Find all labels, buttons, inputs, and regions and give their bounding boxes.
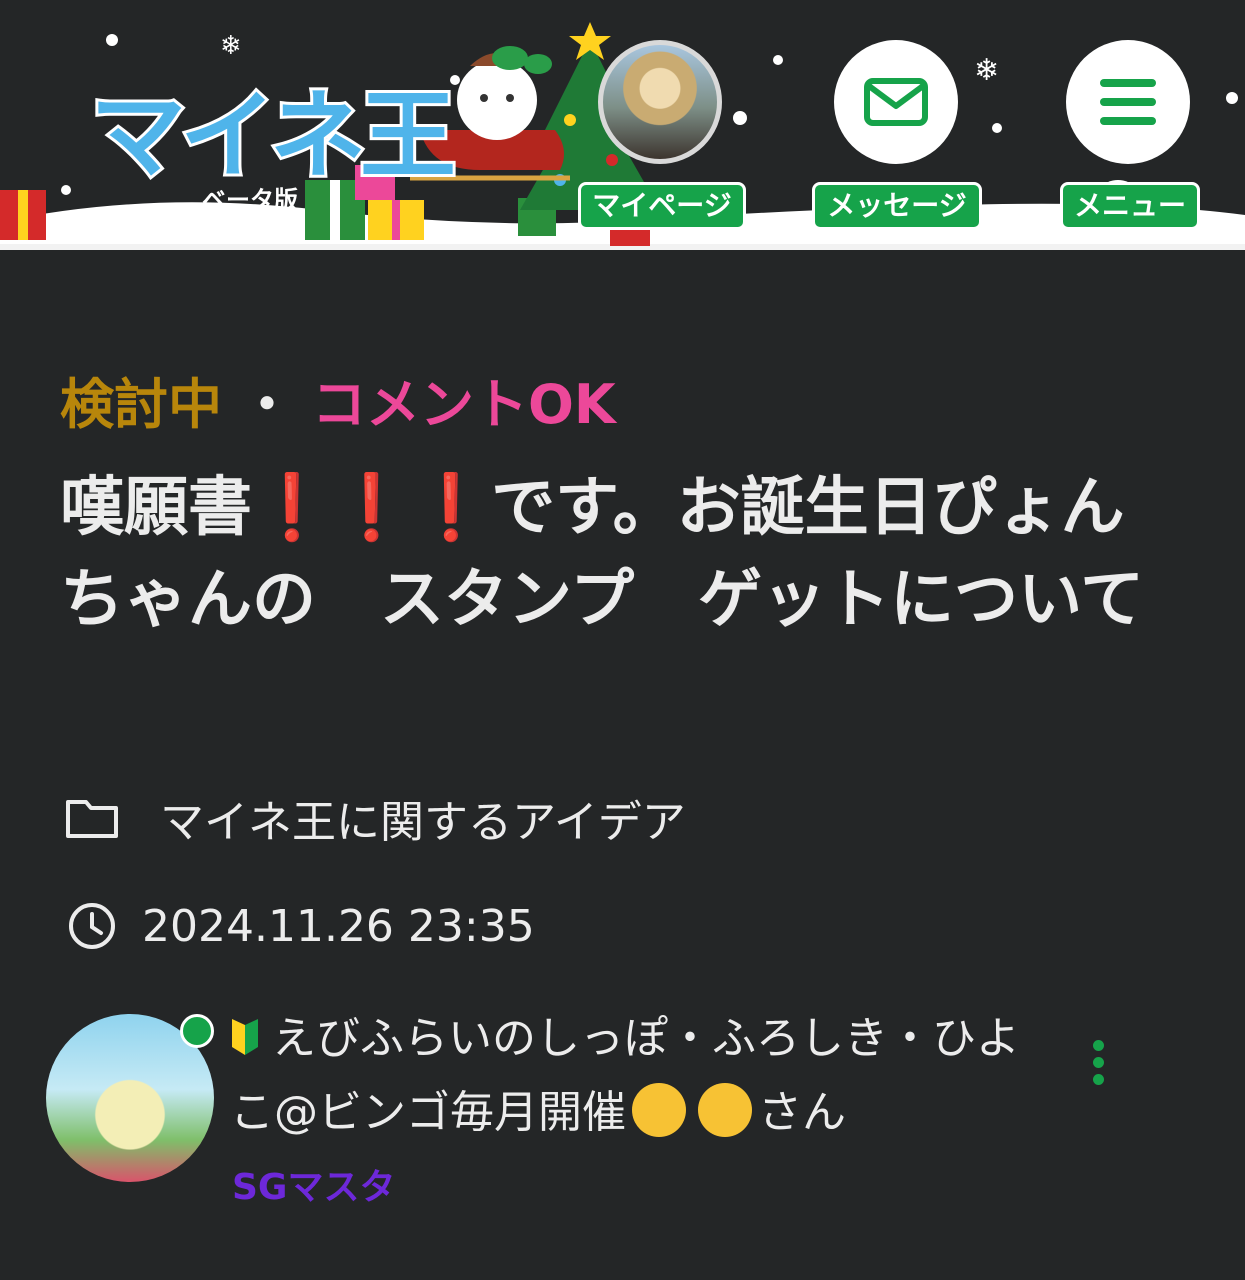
title-start: 嘆願書 <box>60 471 252 545</box>
author-suffix: さん <box>758 1087 846 1138</box>
comment-status-badge: コメントOK <box>312 373 616 436</box>
category-label[interactable]: マイネ王に関するアイデア <box>160 786 686 850</box>
hand-over-mouth-emoji <box>698 1083 752 1137</box>
beginner-mark-icon <box>232 1019 258 1055</box>
page-title: 嘆願書❗❗❗です。お誕生日ぴょんちゃんの スタンプ ゲットについて <box>60 462 1170 646</box>
author-name[interactable]: えびふらいのしっぽ・ふろしき・ひよこ@ビンゴ毎月開催 さん <box>230 1002 1050 1150</box>
author-name-text[interactable]: えびふらいのしっぽ・ふろしき・ひよこ@ビンゴ毎月開催 <box>230 1013 1020 1138</box>
folder-icon <box>66 800 118 838</box>
logo-text: マイネ王 <box>87 77 459 195</box>
more-options-icon[interactable] <box>1086 1040 1110 1096</box>
mail-icon <box>864 78 928 126</box>
message-button[interactable] <box>834 40 958 164</box>
beta-label: ベータ版 <box>202 186 298 214</box>
grinning-sweat-emoji <box>632 1083 686 1137</box>
mypage-label[interactable]: マイページ <box>578 182 746 230</box>
menu-button[interactable] <box>1066 40 1190 164</box>
category-link[interactable]: マイネ王に関するアイデア <box>64 786 686 850</box>
hamburger-menu-icon <box>1100 79 1156 125</box>
date-label: 2024.11.26 23:35 <box>142 900 535 952</box>
site-header: ❄ ❄ マイネ王 ベータ版 マイページ メッセージ メニュー <box>0 0 1245 250</box>
menu-label[interactable]: メニュー <box>1060 182 1200 230</box>
status-separator: ・ <box>240 373 294 436</box>
exclamation-icon: ❗ <box>411 471 492 545</box>
post-status-line: 検討中・コメントOK <box>60 360 616 439</box>
message-label[interactable]: メッセージ <box>812 182 982 230</box>
clock-icon <box>69 903 115 949</box>
status-badge-icon <box>180 1014 214 1048</box>
author-role: SGマスタ <box>232 1167 396 1208</box>
site-logo[interactable]: マイネ王 ベータ版 <box>87 40 459 240</box>
svg-text:❄: ❄ <box>974 53 999 88</box>
status-badge: 検討中 <box>60 373 222 436</box>
mypage-avatar-button[interactable] <box>598 40 722 164</box>
post-date: 2024.11.26 23:35 <box>64 898 535 954</box>
exclamation-icon: ❗ <box>252 471 332 545</box>
exclamation-icon: ❗ <box>331 471 412 545</box>
